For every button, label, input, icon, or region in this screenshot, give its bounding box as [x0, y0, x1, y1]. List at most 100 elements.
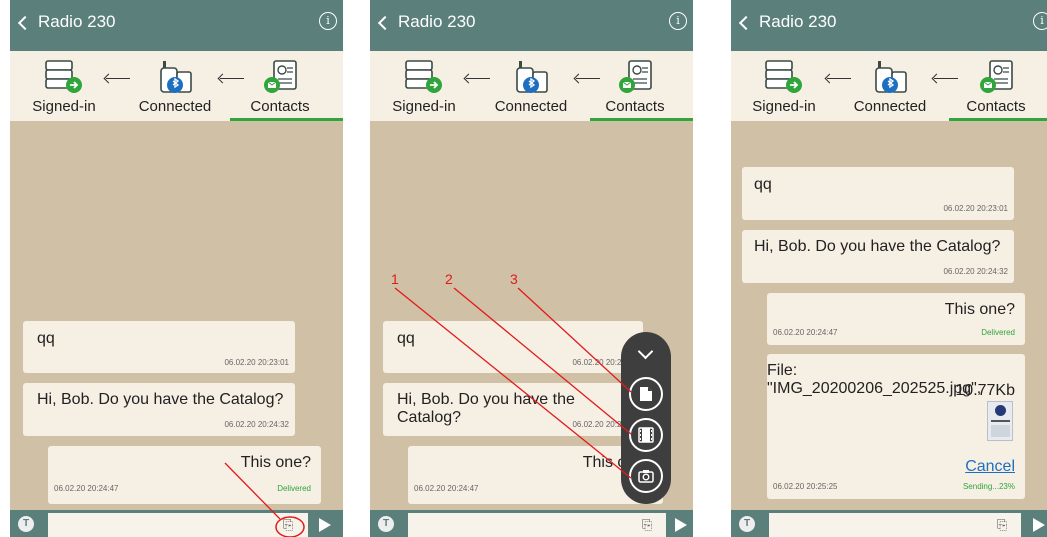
- file-message-bubble: File: "IMG_20200206_202525.jpg", 10.77Kb…: [767, 354, 1025, 499]
- message-text: Hi, Bob. Do you have the Catalog?: [37, 391, 284, 408]
- message-bubble: qq 06.02.20 20:23:01: [383, 321, 643, 373]
- active-tab-indicator: [949, 118, 1047, 121]
- screen-chat-default: Radio 230 i Signed-in Connected Contacts…: [10, 0, 343, 537]
- radio-bluetooth-icon: [516, 61, 548, 93]
- attach-icon[interactable]: ⎘: [997, 517, 1007, 533]
- contacts-icon: [619, 60, 652, 93]
- step-contacts[interactable]: Contacts: [590, 55, 680, 119]
- thumbnail-logo-icon: [995, 405, 1006, 416]
- message-input[interactable]: [408, 513, 666, 537]
- connection-status-bar: Signed-in Connected Contacts: [370, 51, 693, 121]
- step-signed-in: Signed-in: [19, 55, 109, 119]
- file-size-text: 10.77Kb: [955, 382, 1015, 399]
- thumbnail-line: [991, 420, 1010, 422]
- back-chevron-icon[interactable]: [17, 15, 33, 31]
- text-mode-icon[interactable]: T: [18, 516, 34, 532]
- screen-chat-file-sending: Radio 230 i Signed-in Connected Contacts…: [731, 0, 1047, 537]
- film-icon: [638, 427, 654, 443]
- message-timestamp: 06.02.20 20:24:47: [773, 328, 838, 337]
- step-contacts[interactable]: Contacts: [951, 55, 1041, 119]
- step-connected: Connected: [130, 55, 220, 119]
- message-timestamp: 06.02.20 20:24:32: [224, 420, 289, 429]
- back-chevron-icon[interactable]: [738, 15, 754, 31]
- camera-attach-button[interactable]: [629, 459, 663, 493]
- attach-icon[interactable]: ⎘: [642, 517, 652, 533]
- step-signed-in: Signed-in: [379, 55, 469, 119]
- message-bubble-sent: This one? 06.02.20 20:24:47 Delivered: [48, 446, 321, 504]
- file-icon: [640, 387, 652, 401]
- delivery-status: Delivered: [981, 328, 1015, 337]
- message-input-bar: T ⎘: [370, 510, 693, 537]
- active-tab-indicator: [230, 118, 343, 121]
- attach-icon[interactable]: ⎘: [283, 517, 293, 533]
- signed-in-label: Signed-in: [32, 98, 96, 115]
- radio-bluetooth-icon: [875, 61, 907, 93]
- message-bubble-sent: This one? 06.02.20 20:24:47 Delivered: [767, 293, 1025, 345]
- title-bar: Radio 230 i: [370, 0, 693, 51]
- signed-in-label: Signed-in: [392, 98, 456, 115]
- send-icon[interactable]: [675, 518, 687, 532]
- message-text: qq: [754, 176, 772, 193]
- connected-label: Connected: [494, 98, 568, 115]
- cancel-button[interactable]: Cancel: [965, 458, 1015, 476]
- left-arrow-icon: [106, 78, 130, 79]
- send-icon[interactable]: [1033, 518, 1045, 532]
- message-text: This one?: [240, 454, 311, 471]
- info-icon[interactable]: i: [319, 12, 337, 30]
- signed-in-icon: [405, 60, 442, 93]
- message-bubble: Hi, Bob. Do you have the Catalog? 06.02.…: [383, 383, 643, 436]
- step-connected: Connected: [486, 55, 576, 119]
- attachment-menu: [621, 332, 671, 504]
- message-text: This one?: [944, 301, 1015, 318]
- message-bubble: Hi, Bob. Do you have the Catalog? 06.02.…: [742, 230, 1014, 283]
- message-bubble: Hi, Bob. Do you have the Catalog? 06.02.…: [23, 383, 295, 436]
- message-timestamp: 06.02.20 20:24:47: [414, 484, 479, 493]
- message-input-bar: T ⎘: [10, 510, 343, 537]
- sending-progress-status: Sending...23%: [962, 482, 1015, 491]
- annotation-number-2: 2: [445, 271, 453, 287]
- message-input-bar: T ⎘: [731, 510, 1047, 537]
- step-connected: Connected: [845, 55, 935, 119]
- message-timestamp: 06.02.20 20:23:01: [224, 358, 289, 367]
- message-timestamp: 06.02.20 20:24:47: [54, 484, 119, 493]
- message-text: qq: [397, 330, 415, 347]
- text-mode-icon[interactable]: T: [378, 516, 394, 532]
- thumbnail-block: [991, 425, 1010, 437]
- signed-in-label: Signed-in: [752, 98, 816, 115]
- message-bubble: qq 06.02.20 20:23:01: [23, 321, 295, 373]
- title-bar: Radio 230 i: [731, 0, 1047, 51]
- message-input[interactable]: [48, 513, 308, 537]
- collapse-chevron-icon[interactable]: [637, 343, 654, 360]
- page-title: Radio 230: [759, 12, 837, 31]
- connection-status-bar: Signed-in Connected Contacts: [731, 51, 1047, 121]
- contacts-label: Contacts: [966, 98, 1026, 115]
- info-icon[interactable]: i: [1033, 12, 1047, 30]
- message-text: Hi, Bob. Do you have the Catalog?: [754, 238, 1001, 255]
- title-bar: Radio 230 i: [10, 0, 343, 51]
- signed-in-icon: [45, 60, 82, 93]
- image-thumbnail[interactable]: [987, 401, 1013, 441]
- video-attach-button[interactable]: [629, 418, 663, 452]
- contacts-label: Contacts: [605, 98, 665, 115]
- contacts-icon: [980, 60, 1013, 93]
- message-timestamp: 06.02.20 20:23:01: [943, 204, 1008, 213]
- contacts-label: Contacts: [250, 98, 310, 115]
- back-chevron-icon[interactable]: [377, 15, 393, 31]
- text-mode-icon[interactable]: T: [739, 516, 755, 532]
- message-text: qq: [37, 330, 55, 347]
- connection-status-bar: Signed-in Connected Contacts: [10, 51, 343, 121]
- file-attach-button[interactable]: [629, 377, 663, 411]
- info-icon[interactable]: i: [669, 12, 687, 30]
- step-contacts[interactable]: Contacts: [235, 55, 325, 119]
- page-title: Radio 230: [38, 12, 116, 31]
- annotation-number-3: 3: [510, 271, 518, 287]
- message-bubble: qq 06.02.20 20:23:01: [742, 167, 1014, 220]
- annotation-number-1: 1: [391, 271, 399, 287]
- signed-in-icon: [765, 60, 802, 93]
- radio-bluetooth-icon: [160, 61, 192, 93]
- message-timestamp: 06.02.20 20:24:32: [943, 267, 1008, 276]
- message-input[interactable]: [769, 513, 1021, 537]
- contacts-icon: [264, 60, 297, 93]
- connected-label: Connected: [853, 98, 927, 115]
- send-icon[interactable]: [319, 518, 331, 532]
